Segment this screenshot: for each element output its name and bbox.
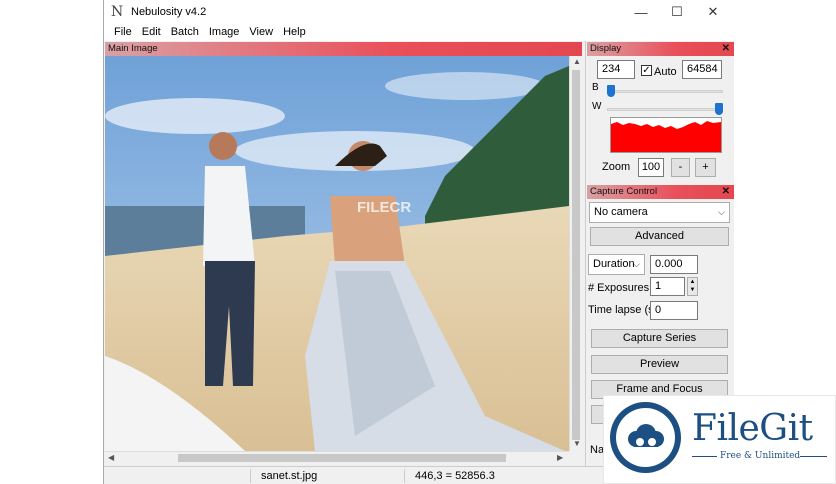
timelapse-label: Time lapse (s): [588, 304, 658, 316]
main-image-title: Main Image: [108, 43, 158, 54]
capture-close-icon[interactable]: ✕: [722, 185, 730, 199]
horizontal-scroll-thumb[interactable]: [178, 454, 506, 462]
status-separator: [404, 469, 405, 483]
filegit-tagline: Free & Unlimited: [720, 451, 801, 461]
chevron-down-icon: ⌵: [633, 259, 640, 269]
preview-button[interactable]: Preview: [591, 355, 728, 374]
title-bar: N Nebulosity v4.2 — ☐ ✕: [104, 0, 734, 24]
display-close-icon[interactable]: ✕: [722, 42, 730, 56]
timelapse-input[interactable]: 0: [650, 301, 698, 320]
w-slider-thumb[interactable]: [715, 103, 723, 115]
chevron-down-icon: ⌵: [718, 207, 725, 217]
b-slider-track[interactable]: [607, 90, 723, 93]
duration-select[interactable]: Duration ⌵: [588, 254, 645, 275]
scroll-right-icon[interactable]: ▶: [557, 453, 563, 462]
zoom-label: Zoom: [602, 161, 631, 173]
image-overlay-text: FILECR: [357, 199, 412, 216]
tagline-rule-left: [692, 456, 717, 457]
status-filename: sanet.st.jpg: [261, 470, 318, 482]
filegit-brand: FileGit: [692, 408, 813, 449]
duration-select-value: Duration: [593, 258, 635, 270]
status-separator: [250, 469, 251, 483]
menu-image[interactable]: Image: [204, 24, 245, 41]
main-image-canvas[interactable]: FILECR: [105, 56, 569, 451]
menu-help[interactable]: Help: [278, 24, 311, 41]
minimize-button[interactable]: —: [623, 0, 659, 24]
auto-label: Auto: [654, 66, 677, 78]
filegit-watermark: FileGit Free & Unlimited: [603, 395, 836, 484]
exposures-spinner[interactable]: ▲ ▼: [687, 277, 698, 296]
zoom-out-button[interactable]: -: [671, 158, 690, 177]
menu-file[interactable]: File: [109, 24, 137, 41]
filegit-logo-icon: [610, 402, 681, 473]
b-slider-thumb[interactable]: [607, 85, 615, 97]
capture-control-header: Capture Control ✕: [587, 185, 734, 199]
histogram: [610, 117, 722, 153]
scroll-left-icon[interactable]: ◀: [108, 453, 114, 462]
white-point-input[interactable]: 64584: [682, 60, 722, 79]
tagline-rule-right: [800, 456, 827, 457]
maximize-icon: ☐: [671, 4, 683, 19]
capture-series-button[interactable]: Capture Series: [591, 329, 728, 348]
camera-select[interactable]: No camera ⌵: [589, 202, 730, 223]
camera-select-value: No camera: [594, 206, 648, 218]
menu-bar: File Edit Batch Image View Help: [104, 24, 734, 41]
duration-input[interactable]: 0.000: [650, 255, 698, 274]
main-image-header: Main Image: [105, 42, 582, 56]
cloud-glasses-icon: [628, 424, 664, 447]
exposures-input[interactable]: 1: [650, 277, 685, 296]
minimize-icon: —: [634, 4, 648, 20]
menu-view[interactable]: View: [244, 24, 278, 41]
window-title: Nebulosity v4.2: [131, 6, 207, 18]
exposures-label: # Exposures: [588, 282, 650, 294]
menu-edit[interactable]: Edit: [137, 24, 166, 41]
horizontal-scrollbar[interactable]: ◀ ▶: [105, 451, 569, 464]
maximize-button[interactable]: ☐: [659, 0, 695, 24]
status-readout: 446,3 = 52856.3: [415, 470, 495, 482]
display-title: Display: [590, 43, 622, 54]
menu-batch[interactable]: Batch: [166, 24, 204, 41]
close-icon: ✕: [707, 4, 719, 19]
advanced-button[interactable]: Advanced: [590, 227, 729, 246]
vertical-scrollbar[interactable]: ▲ ▼: [569, 56, 582, 451]
w-slider-label: W: [592, 101, 602, 112]
capture-control-title: Capture Control: [590, 186, 658, 197]
histogram-plot: [611, 121, 721, 152]
b-slider-label: B: [592, 82, 599, 93]
scroll-up-icon[interactable]: ▲: [573, 57, 581, 66]
photo-illustration: [105, 56, 569, 451]
vertical-scroll-thumb[interactable]: [572, 70, 580, 440]
nebulosity-logo-icon: N: [111, 4, 124, 20]
w-slider-track[interactable]: [607, 108, 723, 111]
black-point-input[interactable]: 234: [597, 60, 635, 79]
close-button[interactable]: ✕: [695, 0, 731, 24]
scroll-down-icon[interactable]: ▼: [573, 439, 581, 448]
display-header: Display ✕: [587, 42, 734, 56]
zoom-value[interactable]: 100: [638, 158, 664, 177]
zoom-in-button[interactable]: +: [695, 158, 716, 177]
auto-checkbox[interactable]: ✓: [641, 65, 652, 76]
